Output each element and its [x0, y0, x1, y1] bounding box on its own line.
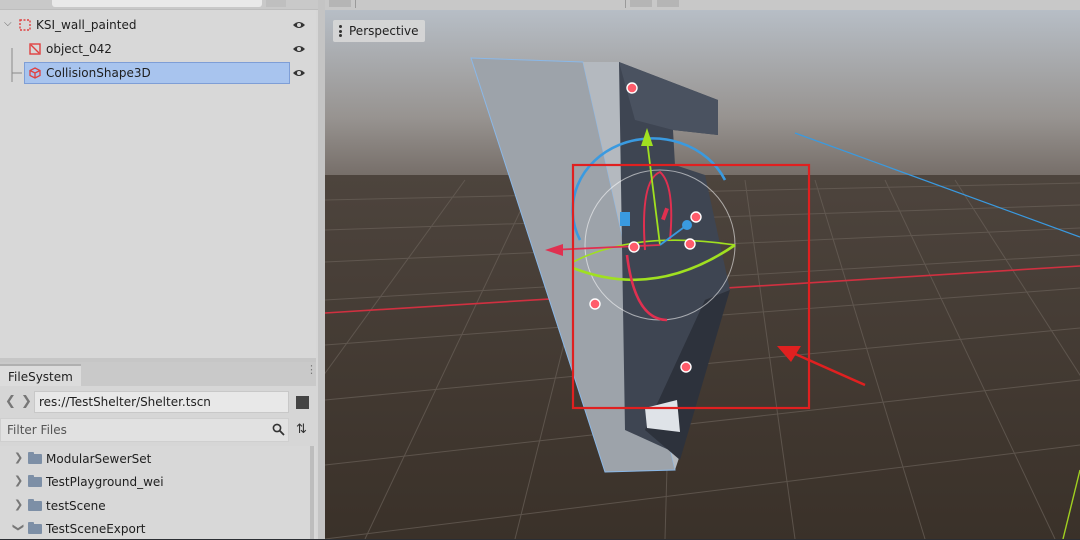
chevron-right-icon[interactable]: ❯: [14, 498, 23, 511]
dock-divider[interactable]: [318, 0, 325, 539]
chevron-right-icon[interactable]: ❯: [14, 451, 23, 464]
list-item[interactable]: ❯ ModularSewerSet: [0, 448, 316, 470]
folder-label: TestSceneExport: [46, 522, 146, 536]
filter-row: Filter Files ⇅: [0, 418, 316, 442]
list-item[interactable]: ❯ testScene: [0, 495, 316, 517]
tree-item-label: KSI_wall_painted: [36, 18, 137, 32]
node3d-icon: [19, 19, 31, 31]
folder-icon: [28, 522, 42, 534]
folder-icon: [28, 499, 42, 511]
sort-icon[interactable]: ⇅: [296, 422, 307, 437]
perspective-menu-button[interactable]: Perspective: [333, 20, 425, 42]
list-item[interactable]: ❯ TestSceneExport: [0, 518, 316, 540]
mesh-instance-icon: [29, 43, 41, 55]
folder-label: ModularSewerSet: [46, 452, 152, 466]
scene-menu-button[interactable]: [266, 0, 286, 7]
toolbar-separator: [625, 0, 626, 8]
scene-filter-input[interactable]: [52, 0, 262, 7]
perspective-label: Perspective: [349, 24, 419, 38]
tree-item-label: CollisionShape3D: [46, 66, 151, 80]
toolbar-button[interactable]: [630, 0, 652, 7]
chevron-down-icon[interactable]: ❯: [12, 523, 25, 532]
path-field[interactable]: res://TestShelter/Shelter.tscn: [34, 391, 289, 413]
filter-files-input[interactable]: Filter Files: [0, 418, 289, 442]
filesystem-header: FileSystem ⋮: [0, 362, 317, 386]
kebab-menu-icon: [339, 25, 342, 39]
tab-filesystem[interactable]: FileSystem: [0, 364, 81, 386]
scene-tree: ⌵ KSI_wall_painted object_042 CollisionS…: [0, 10, 316, 360]
visibility-eye-icon[interactable]: [292, 67, 306, 79]
folder-label: testScene: [46, 499, 106, 513]
visibility-eye-icon[interactable]: [292, 43, 306, 55]
visibility-eye-icon[interactable]: [292, 19, 306, 31]
scene-toolbar: [0, 0, 318, 10]
search-icon: [272, 423, 285, 436]
kebab-menu-icon[interactable]: ⋮: [306, 364, 317, 375]
toolbar-separator: [355, 0, 356, 8]
list-item[interactable]: ❯ TestPlayground_wei: [0, 471, 316, 493]
scrollbar[interactable]: [310, 446, 314, 539]
back-arrow-icon[interactable]: ❮: [5, 394, 16, 409]
viewport-canvas[interactable]: [325, 0, 1080, 539]
filesystem-path-bar: ❮ ❯ res://TestShelter/Shelter.tscn: [0, 390, 316, 414]
chevron-right-icon[interactable]: ❯: [14, 474, 23, 487]
tree-item-label: object_042: [46, 42, 112, 56]
filesystem-list: ❯ ModularSewerSet ❯ TestPlayground_wei ❯…: [0, 446, 316, 539]
toolbar-button[interactable]: [329, 0, 351, 7]
folder-icon: [28, 475, 42, 487]
tree-item-ksi-wall-painted[interactable]: ⌵ KSI_wall_painted: [0, 14, 316, 36]
tree-item-collision-shape[interactable]: CollisionShape3D: [0, 62, 316, 84]
3d-viewport[interactable]: Perspective: [325, 0, 1080, 539]
folder-label: TestPlayground_wei: [46, 475, 164, 489]
forward-arrow-icon[interactable]: ❯: [21, 394, 32, 409]
viewport-toolbar: [325, 0, 1080, 10]
collision-shape-icon: [29, 67, 41, 79]
toggle-split-button[interactable]: [296, 396, 309, 409]
left-dock: ⌵ KSI_wall_painted object_042 CollisionS…: [0, 0, 318, 539]
chevron-down-icon[interactable]: ⌵: [4, 18, 12, 29]
tree-item-object-042[interactable]: object_042: [0, 38, 316, 60]
folder-icon: [28, 452, 42, 464]
toolbar-button[interactable]: [657, 0, 679, 7]
